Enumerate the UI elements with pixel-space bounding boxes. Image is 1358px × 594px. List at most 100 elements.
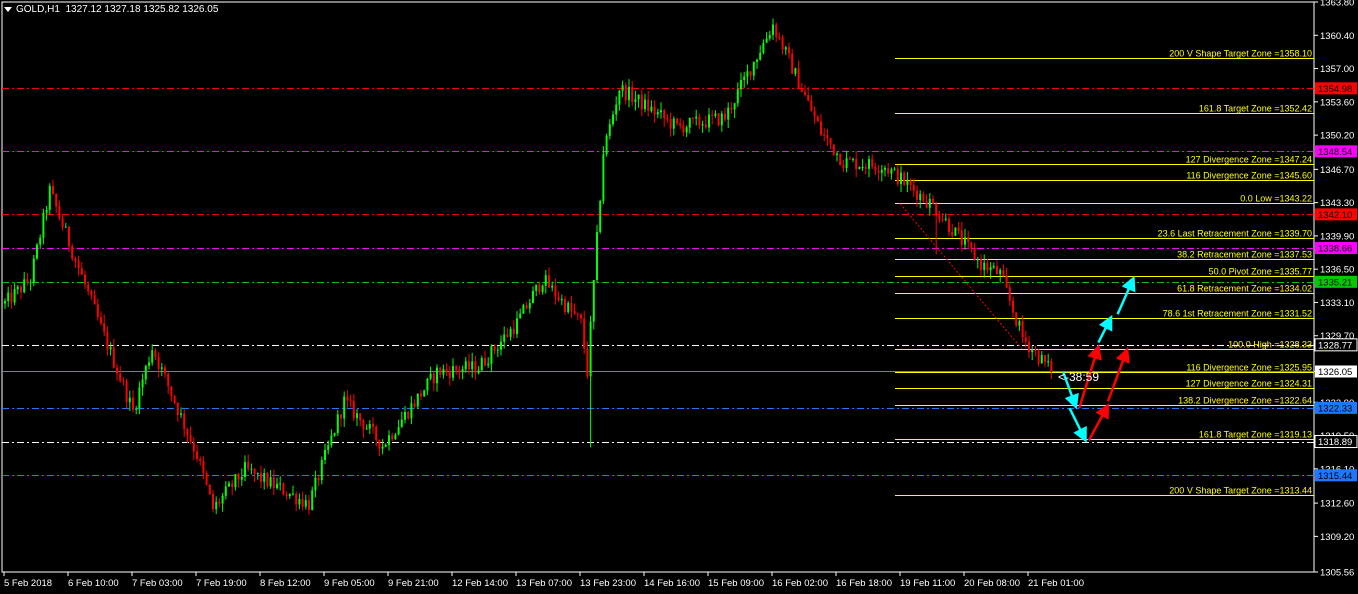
candle: [413, 399, 416, 409]
candle: [829, 137, 832, 150]
candle: [580, 313, 582, 324]
candle: [820, 114, 822, 137]
candle-body: [432, 373, 435, 384]
candle: [13, 282, 16, 306]
candle-body: [781, 37, 784, 50]
candle: [272, 469, 275, 495]
candle: [52, 179, 54, 196]
candle-body: [864, 166, 867, 169]
fib-label: 100.0 High =1328.33: [1228, 340, 1312, 350]
x-tick-label: 9 Feb 05:00: [324, 578, 375, 589]
fib-label: 38.2 Retracement Zone =1337.53: [1177, 250, 1312, 260]
candle-body: [829, 138, 832, 145]
candle: [528, 298, 531, 314]
candle: [544, 270, 547, 294]
candle-body: [1015, 312, 1018, 326]
candle-body: [535, 284, 538, 291]
candle-body: [237, 474, 240, 480]
candle-body: [541, 285, 544, 292]
candle: [154, 348, 157, 361]
candle-body: [666, 118, 669, 120]
candle-body: [7, 292, 10, 302]
candle-body: [1031, 349, 1034, 353]
candle: [458, 365, 461, 380]
fib-label: 23.6 Last Retracement Zone =1339.70: [1158, 229, 1312, 239]
candle-body: [90, 291, 93, 296]
candle: [7, 286, 10, 307]
candle: [554, 278, 557, 305]
candle-body: [506, 334, 509, 337]
candle-body: [16, 286, 19, 290]
candle-body: [570, 302, 573, 311]
candle: [804, 85, 806, 97]
y-tick-label: 1363.80: [1320, 0, 1354, 9]
candle: [109, 342, 112, 356]
candle-body: [538, 284, 541, 292]
candle: [932, 195, 934, 205]
candle: [276, 477, 278, 490]
candle-body: [154, 350, 157, 358]
candle: [1018, 319, 1021, 332]
fib-label: 61.8 Retracement Zone =1334.02: [1177, 284, 1312, 294]
candle: [903, 170, 906, 187]
candle: [442, 364, 445, 379]
candle: [679, 118, 682, 130]
candle-body: [413, 403, 416, 407]
candle: [733, 102, 736, 119]
candle-body: [650, 106, 653, 111]
candle: [170, 386, 173, 402]
candle: [298, 493, 301, 510]
candle-body: [253, 468, 256, 475]
candle: [266, 471, 269, 489]
candle: [228, 480, 230, 487]
candle: [525, 301, 528, 310]
candle: [461, 365, 464, 380]
candle: [967, 230, 970, 250]
candle: [23, 271, 26, 294]
candle: [432, 371, 435, 392]
candle: [535, 284, 538, 297]
candle-body: [756, 59, 758, 62]
candle: [960, 221, 963, 252]
candle-body: [528, 303, 531, 309]
candle: [618, 89, 621, 111]
candle: [951, 224, 954, 238]
candle: [669, 112, 672, 137]
candle: [624, 82, 627, 105]
candle: [938, 210, 941, 224]
candle-body: [893, 168, 896, 170]
price-tag-label: 1338.66: [1318, 244, 1352, 255]
candle: [925, 194, 928, 209]
fib-label: 0.0 Low =1343.22: [1240, 194, 1312, 204]
candle: [1047, 353, 1050, 367]
candle: [1044, 355, 1046, 368]
candle: [887, 162, 890, 177]
candle-body: [557, 296, 560, 301]
candle: [77, 255, 80, 276]
y-tick-label: 1333.10: [1320, 298, 1354, 309]
y-tick-label: 1343.30: [1320, 198, 1354, 209]
candle: [391, 432, 394, 442]
candle-body: [714, 113, 717, 116]
candle-body: [80, 268, 83, 275]
candle-body: [804, 91, 806, 95]
candle: [688, 117, 691, 134]
candle: [800, 82, 803, 93]
candle: [759, 45, 762, 61]
candle-body: [727, 107, 730, 120]
candle-body: [372, 424, 374, 427]
candle-body: [692, 118, 694, 120]
candle: [976, 256, 979, 269]
candle-body: [704, 124, 707, 128]
candle-body: [1021, 321, 1024, 338]
candle: [912, 178, 915, 197]
candle-body: [132, 397, 134, 410]
candle-body: [919, 193, 922, 201]
x-tick-label: 20 Feb 08:00: [964, 578, 1020, 589]
fib-label: 127 Divergence Zone =1347.24: [1186, 155, 1312, 165]
candle-body: [957, 227, 960, 231]
candle: [676, 118, 678, 126]
price-chart[interactable]: 1363.80 1360.40 1357.00 1353.60 1350.20 1346.…: [0, 0, 1358, 594]
candle-body: [775, 24, 778, 37]
candle: [512, 320, 515, 339]
